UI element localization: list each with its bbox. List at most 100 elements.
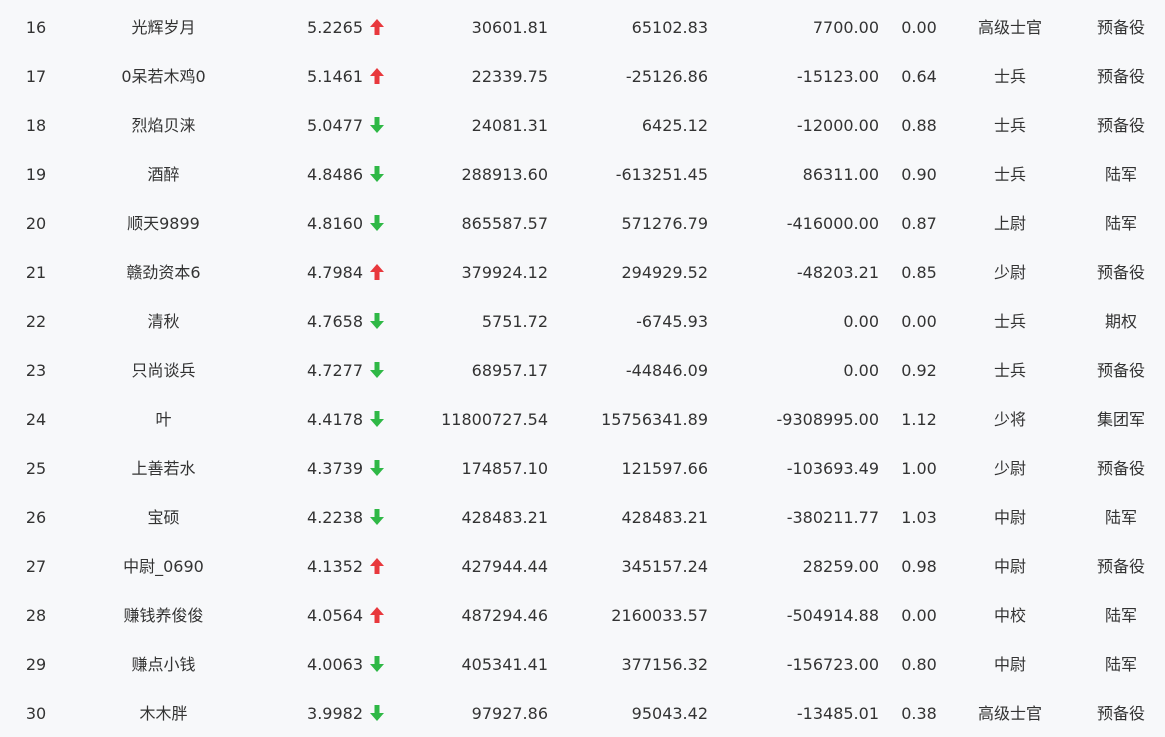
trend-cell xyxy=(370,490,390,539)
rank-cell: 29 xyxy=(25,655,47,674)
trend-cell xyxy=(370,343,390,392)
value3-cell: 86311.00 xyxy=(802,165,879,184)
table-row[interactable]: 26 宝硕 4.2238 428483.21 428483.21 -380211.77 1.… xyxy=(0,490,1165,539)
table-row[interactable]: 30 木木胖 3.9982 97927.86 95043.42 -13485.01 0.38… xyxy=(0,686,1165,735)
value3-cell: 28259.00 xyxy=(802,557,879,576)
name-cell: 赣劲资本6 xyxy=(126,263,201,282)
name-cell: 烈焰贝涞 xyxy=(131,116,196,135)
value1-cell: 288913.60 xyxy=(461,165,548,184)
group-cell: 预备役 xyxy=(1096,67,1145,86)
table-row[interactable]: 29 赚点小钱 4.0063 405341.41 377156.32 -156723.00… xyxy=(0,637,1165,686)
arrow-down-icon xyxy=(370,214,384,231)
rank-title-cell: 中校 xyxy=(993,606,1026,625)
group-cell: 预备役 xyxy=(1096,18,1145,37)
value2-cell: 377156.32 xyxy=(621,655,708,674)
group-cell: 预备役 xyxy=(1096,704,1145,723)
trend-cell xyxy=(370,98,390,147)
value1-cell: 24081.31 xyxy=(471,116,548,135)
rank-cell: 25 xyxy=(25,459,47,478)
score-cell: 5.1461 xyxy=(307,67,363,86)
arrow-up-icon xyxy=(370,263,384,280)
ratio-cell: 0.98 xyxy=(901,557,937,576)
trend-cell xyxy=(370,686,390,735)
rank-title-cell: 少尉 xyxy=(993,459,1026,478)
table-row[interactable]: 19 酒醉 4.8486 288913.60 -613251.45 86311.00 0.9… xyxy=(0,147,1165,196)
table-row[interactable]: 20 顺天9899 4.8160 865587.57 571276.79 -416000.… xyxy=(0,196,1165,245)
table-row[interactable]: 21 赣劲资本6 4.7984 379924.12 294929.52 -48203.21… xyxy=(0,245,1165,294)
trend-cell xyxy=(370,147,390,196)
name-cell: 酒醉 xyxy=(147,165,180,184)
name-cell: 光辉岁月 xyxy=(131,18,196,37)
ratio-cell: 0.80 xyxy=(901,655,937,674)
ratio-cell: 1.12 xyxy=(901,410,937,429)
rank-cell: 30 xyxy=(25,704,47,723)
ratio-cell: 0.64 xyxy=(901,67,937,86)
value3-cell: -15123.00 xyxy=(796,67,879,86)
group-cell: 陆军 xyxy=(1104,508,1137,527)
table-row[interactable]: 28 赚钱养俊俊 4.0564 487294.46 2160033.57 -504914.… xyxy=(0,588,1165,637)
value1-cell: 428483.21 xyxy=(461,508,548,527)
group-cell: 陆军 xyxy=(1104,655,1137,674)
value2-cell: -25126.86 xyxy=(625,67,708,86)
trend-cell xyxy=(370,245,390,294)
score-cell: 4.0564 xyxy=(307,606,363,625)
value2-cell: 428483.21 xyxy=(621,508,708,527)
group-cell: 陆军 xyxy=(1104,606,1137,625)
trend-cell xyxy=(370,294,390,343)
ratio-cell: 1.03 xyxy=(901,508,937,527)
value1-cell: 487294.46 xyxy=(461,606,548,625)
table-row[interactable]: 17 0呆若木鸡0 5.1461 22339.75 -25126.86 -15123.00… xyxy=(0,49,1165,98)
table-row[interactable]: 16 光辉岁月 5.2265 30601.81 65102.83 7700.00 0.00 高… xyxy=(0,0,1165,49)
table-row[interactable]: 25 上善若水 4.3739 174857.10 121597.66 -103693.49… xyxy=(0,441,1165,490)
table-row[interactable]: 23 只尚谈兵 4.7277 68957.17 -44846.09 0.00 0.92 士兵 预… xyxy=(0,343,1165,392)
table-row[interactable]: 18 烈焰贝涞 5.0477 24081.31 6425.12 -12000.00 0.88… xyxy=(0,98,1165,147)
value2-cell: 15756341.89 xyxy=(601,410,708,429)
score-cell: 4.7658 xyxy=(307,312,363,331)
score-cell: 4.8160 xyxy=(307,214,363,233)
ratio-cell: 0.00 xyxy=(901,312,937,331)
score-cell: 4.1352 xyxy=(307,557,363,576)
value3-cell: -103693.49 xyxy=(786,459,879,478)
trend-cell xyxy=(370,539,390,588)
score-cell: 4.0063 xyxy=(307,655,363,674)
group-cell: 预备役 xyxy=(1096,116,1145,135)
table-row[interactable]: 24 叶 4.4178 11800727.54 15756341.89 -9308995.… xyxy=(0,392,1165,441)
rank-cell: 17 xyxy=(25,67,47,86)
rank-cell: 26 xyxy=(25,508,47,527)
rank-cell: 24 xyxy=(25,410,47,429)
rank-cell: 28 xyxy=(25,606,47,625)
table-row[interactable]: 27 中尉_0690 4.1352 427944.44 345157.24 28259.0… xyxy=(0,539,1165,588)
name-cell: 上善若水 xyxy=(131,459,196,478)
value1-cell: 379924.12 xyxy=(461,263,548,282)
arrow-up-icon xyxy=(370,67,384,84)
ratio-cell: 0.85 xyxy=(901,263,937,282)
group-cell: 预备役 xyxy=(1096,263,1145,282)
ranking-table: 16 光辉岁月 5.2265 30601.81 65102.83 7700.00 0.00 高… xyxy=(0,0,1165,737)
score-cell: 4.3739 xyxy=(307,459,363,478)
rank-cell: 20 xyxy=(25,214,47,233)
table-row[interactable]: 22 清秋 4.7658 5751.72 -6745.93 0.00 0.00 士兵 期权 xyxy=(0,294,1165,343)
group-cell: 集团军 xyxy=(1096,410,1145,429)
value3-cell: -416000.00 xyxy=(786,214,879,233)
ratio-cell: 0.90 xyxy=(901,165,937,184)
value3-cell: -9308995.00 xyxy=(776,410,879,429)
value1-cell: 68957.17 xyxy=(471,361,548,380)
rank-cell: 23 xyxy=(25,361,47,380)
arrow-down-icon xyxy=(370,312,384,329)
rank-title-cell: 中尉 xyxy=(993,557,1026,576)
trend-cell xyxy=(370,392,390,441)
rank-cell: 16 xyxy=(25,18,47,37)
score-cell: 4.4178 xyxy=(307,410,363,429)
arrow-up-icon xyxy=(370,606,384,623)
group-cell: 期权 xyxy=(1104,312,1137,331)
score-cell: 3.9982 xyxy=(307,704,363,723)
value2-cell: -613251.45 xyxy=(615,165,708,184)
rank-title-cell: 上尉 xyxy=(993,214,1026,233)
score-cell: 4.7984 xyxy=(307,263,363,282)
value2-cell: 2160033.57 xyxy=(611,606,708,625)
rank-cell: 18 xyxy=(25,116,47,135)
ratio-cell: 0.92 xyxy=(901,361,937,380)
name-cell: 宝硕 xyxy=(147,508,180,527)
value2-cell: 65102.83 xyxy=(631,18,708,37)
trend-cell xyxy=(370,637,390,686)
